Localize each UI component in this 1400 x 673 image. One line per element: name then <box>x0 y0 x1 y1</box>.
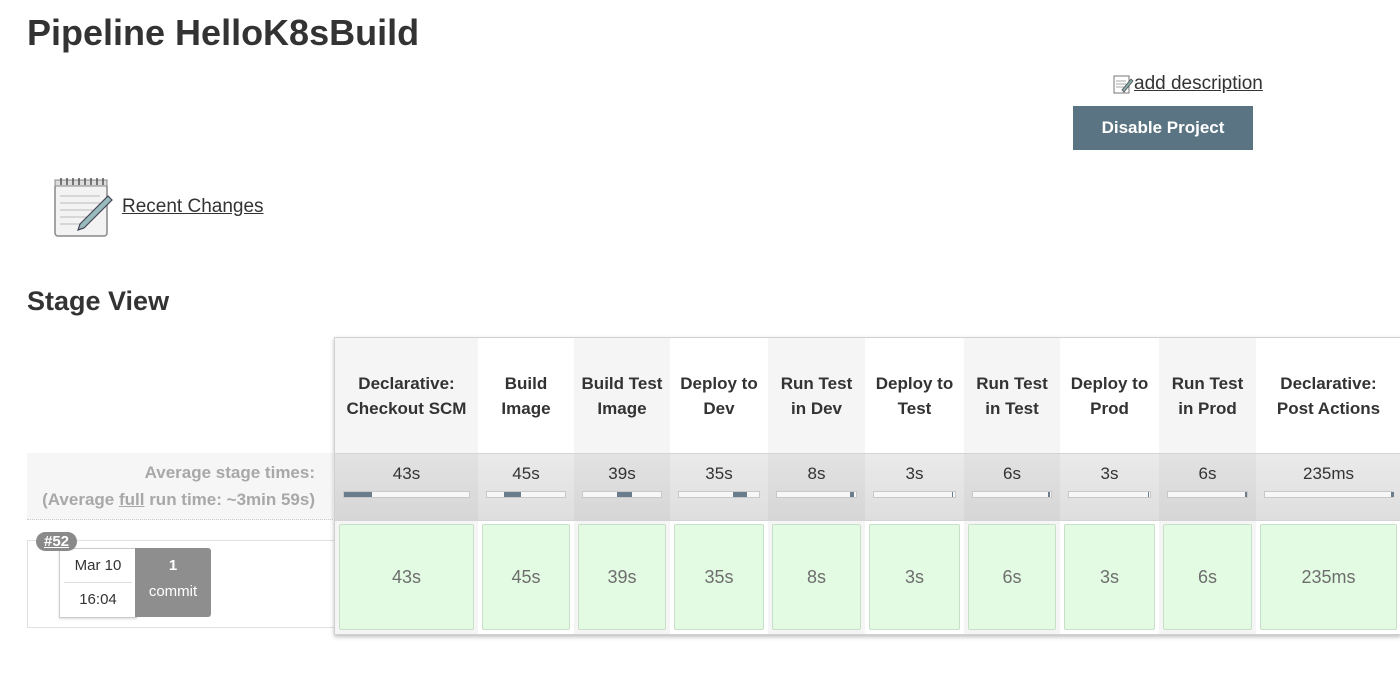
stage-result-cell[interactable]: 39s <box>578 524 666 630</box>
stage-average: 6s <box>964 453 1060 521</box>
stage-average: 43s <box>335 453 478 521</box>
stage-view-heading: Stage View <box>27 286 170 316</box>
stage-column: Declarative: Checkout SCM 43s 43s <box>335 338 478 634</box>
stage-progress-track <box>678 491 760 498</box>
add-description-text[interactable]: add description <box>1134 73 1263 95</box>
stage-header: Deploy to Test <box>875 374 954 418</box>
stage-progress-fill <box>617 492 633 497</box>
build-date: Mar 10 <box>74 557 122 574</box>
build-time: 16:04 <box>79 591 117 608</box>
stage-progress-fill <box>344 492 372 497</box>
average-stage-times: Average stage times: (Average full run t… <box>27 453 333 520</box>
recent-changes-link[interactable]: Recent Changes <box>52 176 264 243</box>
stage-average-time: 45s <box>512 464 540 483</box>
stage-progress-fill <box>951 492 954 497</box>
stage-table: Declarative: Checkout SCM 43s 43s Build Ima… <box>334 337 1400 635</box>
stage-result-cell[interactable]: 35s <box>674 524 764 630</box>
stage-progress-fill <box>1244 492 1247 497</box>
stage-header: Build Image <box>501 374 551 418</box>
stage-result-cell[interactable]: 3s <box>869 524 960 630</box>
stage-header: Run Test in Test <box>976 374 1048 418</box>
stage-header: Run Test in Dev <box>780 374 853 418</box>
stage-column: Deploy to Dev 35s 35s <box>670 338 768 634</box>
commit-label: commit <box>148 583 198 600</box>
stage-average: 235ms <box>1256 453 1400 521</box>
disable-project-button[interactable]: Disable Project <box>1073 106 1253 150</box>
date-divider <box>64 582 132 583</box>
stage-average-time: 3s <box>1100 464 1119 483</box>
stage-column: Build Image 45s 45s <box>478 338 574 634</box>
stage-average-time: 235ms <box>1302 464 1355 483</box>
stage-progress-track <box>1264 491 1394 498</box>
stage-progress-track <box>972 491 1052 498</box>
stage-result-cell[interactable]: 235ms <box>1260 524 1397 630</box>
stage-progress-fill <box>1391 492 1394 497</box>
stage-average: 3s <box>865 453 964 521</box>
stage-average-time: 6s <box>1003 464 1021 483</box>
stage-progress-fill <box>850 492 854 497</box>
stage-average-time: 43s <box>392 464 421 483</box>
stage-header: Declarative: Checkout SCM <box>346 374 467 418</box>
stage-result-cell[interactable]: 8s <box>772 524 861 630</box>
stage-average: 6s <box>1159 453 1256 521</box>
page-title: Pipeline HelloK8sBuild <box>27 12 420 53</box>
stage-average: 3s <box>1060 453 1159 521</box>
stage-average: 39s <box>574 453 670 521</box>
avg-full-suffix: run time: ~3min 59s) <box>144 490 315 509</box>
stage-column: Run Test in Dev 8s 8s <box>768 338 865 634</box>
recent-changes-text[interactable]: Recent Changes <box>122 196 264 218</box>
stage-progress-track <box>1167 491 1248 498</box>
stage-header: Run Test in Prod <box>1171 374 1244 418</box>
stage-progress-fill <box>733 492 747 497</box>
build-number-badge[interactable]: #52 <box>36 532 78 551</box>
stage-column: Deploy to Test 3s 3s <box>865 338 964 634</box>
stage-progress-track <box>486 491 566 498</box>
stage-result-cell[interactable]: 3s <box>1064 524 1155 630</box>
stage-progress-track <box>343 491 470 498</box>
stage-average: 45s <box>478 453 574 521</box>
stage-progress-track <box>776 491 857 498</box>
stage-header: Deploy to Prod <box>1070 374 1149 418</box>
stage-progress-fill <box>1047 492 1051 497</box>
edit-notepad-icon <box>1112 73 1134 95</box>
stage-average-time: 6s <box>1198 464 1217 483</box>
stage-column: Run Test in Test 6s 6s <box>964 338 1060 634</box>
stage-header: Deploy to Dev <box>680 374 758 418</box>
stage-progress-fill <box>504 492 522 497</box>
notepad-icon <box>52 176 114 243</box>
stage-result-cell[interactable]: 6s <box>968 524 1056 630</box>
stage-result-cell[interactable]: 45s <box>482 524 570 630</box>
stage-average-time: 39s <box>608 464 636 483</box>
stage-average-time: 8s <box>807 464 826 483</box>
commit-count: 1 <box>168 557 178 574</box>
stage-result-cell[interactable]: 6s <box>1163 524 1252 630</box>
stage-average: 35s <box>670 453 768 521</box>
stage-progress-track <box>582 491 662 498</box>
stage-average: 8s <box>768 453 865 521</box>
avg-full-word: full <box>118 490 145 509</box>
stage-average-time: 35s <box>705 464 733 483</box>
stage-column: Deploy to Prod 3s 3s <box>1060 338 1159 634</box>
stage-header: Build Test Image <box>581 374 663 418</box>
stage-column: Run Test in Prod 6s 6s <box>1159 338 1256 634</box>
stage-progress-track <box>873 491 956 498</box>
add-description-link[interactable]: add description <box>1112 73 1263 95</box>
avg-full-prefix: (Average <box>42 490 119 509</box>
stage-progress-fill <box>1147 492 1150 497</box>
stage-progress-track <box>1068 491 1151 498</box>
stage-header: Declarative: Post Actions <box>1276 374 1381 418</box>
build-date-box: Mar 10 16:04 <box>59 548 137 618</box>
stage-result-cell[interactable]: 43s <box>339 524 474 630</box>
avg-full-run-time: (Average full run time: ~3min 59s) <box>35 487 315 512</box>
avg-stage-times-label: Average stage times: <box>144 463 315 482</box>
commit-count-box[interactable]: 1 commit <box>135 548 211 617</box>
stage-average-time: 3s <box>905 464 924 483</box>
stage-column: Build Test Image 39s 39s <box>574 338 670 634</box>
stage-column: Declarative: Post Actions 235ms 235ms <box>1256 338 1400 634</box>
